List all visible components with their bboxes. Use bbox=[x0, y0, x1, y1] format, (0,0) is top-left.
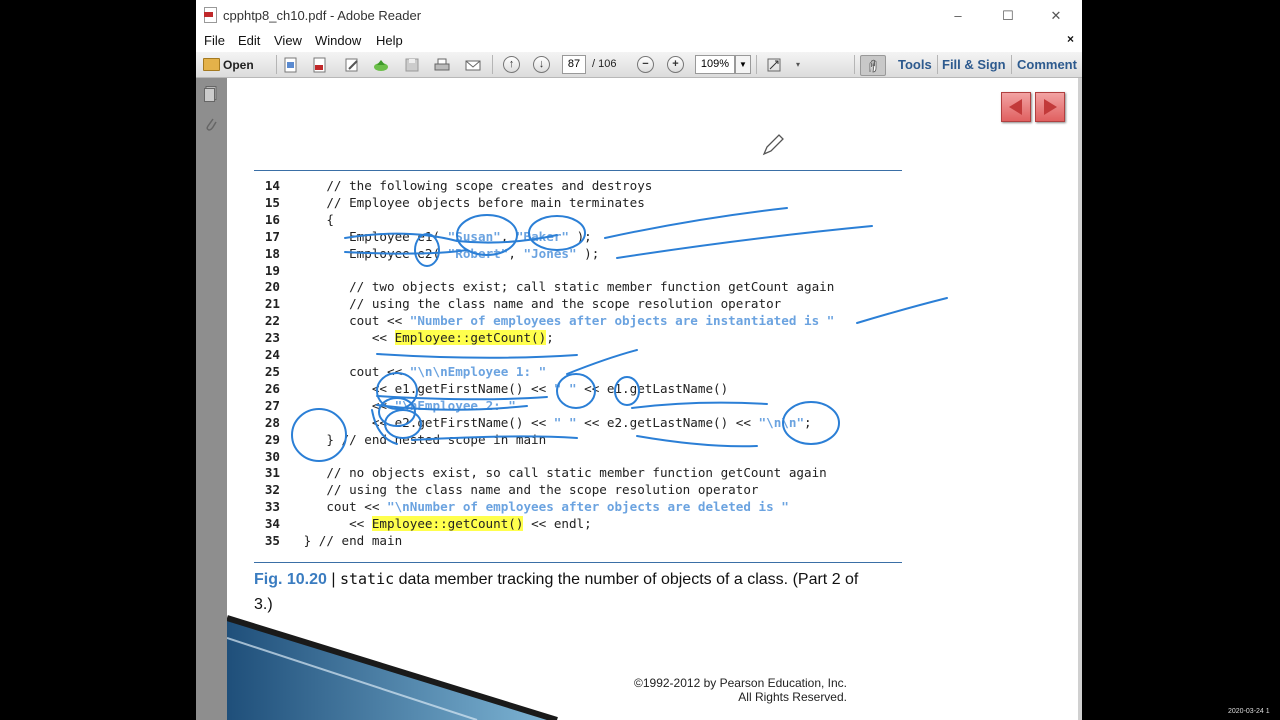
previous-page-button[interactable]: ↑ bbox=[503, 55, 520, 74]
menu-help[interactable]: Help bbox=[376, 33, 403, 48]
plus-icon: + bbox=[667, 56, 684, 73]
open-button[interactable]: Open bbox=[203, 55, 254, 74]
arrow-up-icon: ↑ bbox=[503, 56, 520, 73]
zoom-in-button[interactable]: + bbox=[667, 55, 684, 74]
attachments-paperclip-icon[interactable] bbox=[204, 116, 218, 132]
minus-icon: − bbox=[637, 56, 654, 73]
pdf-file-icon bbox=[204, 7, 217, 23]
page-total: / 106 bbox=[592, 58, 617, 70]
upload-cloud-icon[interactable] bbox=[373, 55, 389, 74]
menu-view[interactable]: View bbox=[274, 33, 302, 48]
toolbar-divider bbox=[492, 55, 493, 74]
toolbar-divider bbox=[937, 55, 938, 74]
comment-pane-button[interactable]: Comment bbox=[1017, 57, 1077, 72]
handwritten-annotations bbox=[291, 207, 948, 462]
toolbar-divider bbox=[1011, 55, 1012, 74]
create-pdf-icon[interactable] bbox=[283, 55, 299, 74]
minimize-button[interactable]: – bbox=[934, 0, 982, 31]
folder-icon bbox=[203, 58, 220, 71]
toolbar-divider bbox=[756, 55, 757, 74]
export-pdf-icon[interactable] bbox=[312, 55, 328, 74]
toolbar: Open ↑ ↓ 87 / 106 − + 109% ▼ ▾ Tools Fil… bbox=[196, 52, 1082, 78]
window-title: cpphtp8_ch10.pdf - Adobe Reader bbox=[223, 8, 422, 23]
zoom-out-button[interactable]: − bbox=[637, 55, 654, 74]
print-icon[interactable] bbox=[434, 55, 450, 74]
fit-page-icon[interactable] bbox=[766, 55, 782, 74]
document-close-icon[interactable]: × bbox=[1067, 32, 1074, 46]
more-tools-chevron-icon[interactable]: ▾ bbox=[796, 55, 800, 74]
page-number-input[interactable]: 87 bbox=[562, 55, 586, 74]
tools-pane-button[interactable]: Tools bbox=[898, 57, 932, 72]
navigation-pane bbox=[196, 78, 227, 720]
zoom-level-input[interactable]: 109% bbox=[695, 55, 735, 74]
fill-sign-pane-button[interactable]: Fill & Sign bbox=[942, 57, 1006, 72]
page-thumbnails-icon[interactable] bbox=[204, 86, 218, 102]
toolbar-divider bbox=[854, 55, 855, 74]
timestamp: 2020-03-24 1 bbox=[1228, 708, 1270, 715]
menu-edit[interactable]: Edit bbox=[238, 33, 260, 48]
menu-window[interactable]: Window bbox=[315, 33, 361, 48]
vertical-scrollbar[interactable] bbox=[1078, 78, 1082, 720]
open-button-label: Open bbox=[223, 57, 254, 72]
next-page-button[interactable]: ↓ bbox=[533, 55, 550, 74]
reader-window: cpphtp8_ch10.pdf - Adobe Reader – ☐ ✕ Fi… bbox=[196, 0, 1082, 720]
email-icon[interactable] bbox=[465, 55, 481, 74]
menu-bar: File Edit View Window Help × bbox=[196, 31, 1082, 52]
save-icon[interactable] bbox=[404, 55, 420, 74]
arrow-down-icon: ↓ bbox=[533, 56, 550, 73]
title-bar: cpphtp8_ch10.pdf - Adobe Reader – ☐ ✕ bbox=[196, 0, 1082, 31]
document-viewer[interactable]: 14 // the following scope creates and de… bbox=[227, 78, 1078, 720]
zoom-dropdown-chevron-icon[interactable]: ▼ bbox=[735, 55, 751, 74]
toolbar-divider bbox=[276, 55, 277, 74]
maximize-button[interactable]: ☐ bbox=[984, 0, 1032, 31]
close-button[interactable]: ✕ bbox=[1032, 0, 1080, 31]
menu-file[interactable]: File bbox=[204, 33, 225, 48]
hand-tool-icon[interactable] bbox=[860, 55, 886, 76]
edit-pdf-icon[interactable] bbox=[344, 55, 360, 74]
